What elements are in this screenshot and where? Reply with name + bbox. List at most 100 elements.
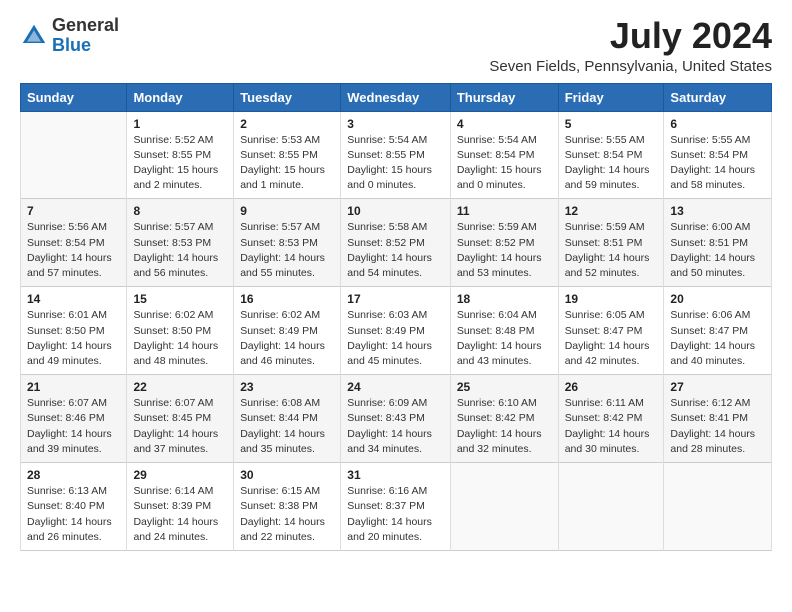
calendar-cell: 7Sunrise: 5:56 AMSunset: 8:54 PMDaylight…: [21, 199, 127, 287]
col-header-tuesday: Tuesday: [234, 83, 341, 111]
calendar-cell: 22Sunrise: 6:07 AMSunset: 8:45 PMDayligh…: [127, 375, 234, 463]
day-info: Sunrise: 6:07 AMSunset: 8:46 PMDaylight:…: [27, 396, 120, 457]
day-number: 7: [27, 204, 120, 218]
day-number: 18: [457, 292, 552, 306]
calendar-cell: 29Sunrise: 6:14 AMSunset: 8:39 PMDayligh…: [127, 463, 234, 551]
day-number: 29: [133, 468, 227, 482]
calendar-cell: [664, 463, 772, 551]
day-info: Sunrise: 6:10 AMSunset: 8:42 PMDaylight:…: [457, 396, 552, 457]
day-info: Sunrise: 6:09 AMSunset: 8:43 PMDaylight:…: [347, 396, 444, 457]
calendar-week-row: 7Sunrise: 5:56 AMSunset: 8:54 PMDaylight…: [21, 199, 772, 287]
day-info: Sunrise: 5:57 AMSunset: 8:53 PMDaylight:…: [240, 220, 334, 281]
calendar-cell: 21Sunrise: 6:07 AMSunset: 8:46 PMDayligh…: [21, 375, 127, 463]
day-info: Sunrise: 6:04 AMSunset: 8:48 PMDaylight:…: [457, 308, 552, 369]
calendar-cell: 4 Sunrise: 5:54 AMSunset: 8:54 PMDaylight…: [450, 111, 558, 199]
day-info: Sunrise: 6:06 AMSunset: 8:47 PMDaylight:…: [670, 308, 765, 369]
month-title: July 2024: [489, 16, 772, 56]
day-info: Sunrise: 6:11 AMSunset: 8:42 PMDaylight:…: [565, 396, 658, 457]
page-header: General Blue July 2024 Seven Fields, Pen…: [20, 16, 772, 75]
calendar-week-row: 1Sunrise: 5:52 AMSunset: 8:55 PMDaylight…: [21, 111, 772, 199]
day-number: 16: [240, 292, 334, 306]
logo-text-blue: Blue: [52, 36, 119, 56]
calendar-week-row: 14 Sunrise: 6:01 AMSunset: 8:50 PMDayligh…: [21, 287, 772, 375]
day-number: 31: [347, 468, 444, 482]
calendar-cell: 20 Sunrise: 6:06 AMSunset: 8:47 PMDayligh…: [664, 287, 772, 375]
calendar-cell: 12 Sunrise: 5:59 AMSunset: 8:51 PMDayligh…: [558, 199, 664, 287]
day-info: Sunrise: 6:02 AMSunset: 8:50 PMDaylight:…: [133, 308, 227, 369]
calendar-cell: 6Sunrise: 5:55 AMSunset: 8:54 PMDaylight…: [664, 111, 772, 199]
day-number: 12: [565, 204, 658, 218]
calendar-cell: 2 Sunrise: 5:53 AMSunset: 8:55 PMDaylight…: [234, 111, 341, 199]
logo: General Blue: [20, 16, 119, 56]
day-number: 8: [133, 204, 227, 218]
day-info: Sunrise: 6:01 AMSunset: 8:50 PMDaylight:…: [27, 308, 120, 369]
day-number: 28: [27, 468, 120, 482]
calendar-cell: 25 Sunrise: 6:10 AMSunset: 8:42 PMDayligh…: [450, 375, 558, 463]
calendar-table: SundayMondayTuesdayWednesdayThursdayFrid…: [20, 83, 772, 551]
logo-icon: [20, 22, 48, 50]
day-info: Sunrise: 6:15 AMSunset: 8:38 PMDaylight:…: [240, 484, 334, 545]
day-info: Sunrise: 6:05 AMSunset: 8:47 PMDaylight:…: [565, 308, 658, 369]
day-number: 4: [457, 117, 552, 131]
calendar-cell: 10 Sunrise: 5:58 AMSunset: 8:52 PMDayligh…: [341, 199, 451, 287]
col-header-monday: Monday: [127, 83, 234, 111]
day-number: 26: [565, 380, 658, 394]
day-info: Sunrise: 6:08 AMSunset: 8:44 PMDaylight:…: [240, 396, 334, 457]
day-info: Sunrise: 5:54 AMSunset: 8:55 PMDaylight:…: [347, 133, 444, 194]
day-info: Sunrise: 5:53 AMSunset: 8:55 PMDaylight:…: [240, 133, 334, 194]
title-block: July 2024 Seven Fields, Pennsylvania, Un…: [489, 16, 772, 75]
day-number: 17: [347, 292, 444, 306]
day-info: Sunrise: 6:02 AMSunset: 8:49 PMDaylight:…: [240, 308, 334, 369]
day-number: 14: [27, 292, 120, 306]
col-header-friday: Friday: [558, 83, 664, 111]
calendar-cell: 15 Sunrise: 6:02 AMSunset: 8:50 PMDayligh…: [127, 287, 234, 375]
day-number: 22: [133, 380, 227, 394]
col-header-thursday: Thursday: [450, 83, 558, 111]
day-number: 13: [670, 204, 765, 218]
day-info: Sunrise: 6:16 AMSunset: 8:37 PMDaylight:…: [347, 484, 444, 545]
col-header-sunday: Sunday: [21, 83, 127, 111]
day-number: 10: [347, 204, 444, 218]
calendar-cell: 30 Sunrise: 6:15 AMSunset: 8:38 PMDayligh…: [234, 463, 341, 551]
day-info: Sunrise: 5:52 AMSunset: 8:55 PMDaylight:…: [133, 133, 227, 194]
day-info: Sunrise: 5:57 AMSunset: 8:53 PMDaylight:…: [133, 220, 227, 281]
calendar-cell: 31 Sunrise: 6:16 AMSunset: 8:37 PMDayligh…: [341, 463, 451, 551]
day-number: 11: [457, 204, 552, 218]
calendar-cell: [558, 463, 664, 551]
day-number: 5: [565, 117, 658, 131]
calendar-cell: 19Sunrise: 6:05 AMSunset: 8:47 PMDayligh…: [558, 287, 664, 375]
day-info: Sunrise: 5:59 AMSunset: 8:51 PMDaylight:…: [565, 220, 658, 281]
calendar-cell: 17Sunrise: 6:03 AMSunset: 8:49 PMDayligh…: [341, 287, 451, 375]
col-header-saturday: Saturday: [664, 83, 772, 111]
day-number: 25: [457, 380, 552, 394]
day-number: 30: [240, 468, 334, 482]
calendar-cell: [450, 463, 558, 551]
calendar-cell: [21, 111, 127, 199]
calendar-cell: 14 Sunrise: 6:01 AMSunset: 8:50 PMDayligh…: [21, 287, 127, 375]
day-info: Sunrise: 5:59 AMSunset: 8:52 PMDaylight:…: [457, 220, 552, 281]
day-number: 24: [347, 380, 444, 394]
calendar-cell: 18 Sunrise: 6:04 AMSunset: 8:48 PMDayligh…: [450, 287, 558, 375]
calendar-cell: 8 Sunrise: 5:57 AMSunset: 8:53 PMDaylight…: [127, 199, 234, 287]
calendar-cell: 26 Sunrise: 6:11 AMSunset: 8:42 PMDayligh…: [558, 375, 664, 463]
calendar-header-row: SundayMondayTuesdayWednesdayThursdayFrid…: [21, 83, 772, 111]
calendar-cell: 24 Sunrise: 6:09 AMSunset: 8:43 PMDayligh…: [341, 375, 451, 463]
calendar-cell: 16 Sunrise: 6:02 AMSunset: 8:49 PMDayligh…: [234, 287, 341, 375]
day-info: Sunrise: 6:00 AMSunset: 8:51 PMDaylight:…: [670, 220, 765, 281]
calendar-cell: 28Sunrise: 6:13 AMSunset: 8:40 PMDayligh…: [21, 463, 127, 551]
calendar-cell: 5 Sunrise: 5:55 AMSunset: 8:54 PMDaylight…: [558, 111, 664, 199]
calendar-cell: 11 Sunrise: 5:59 AMSunset: 8:52 PMDayligh…: [450, 199, 558, 287]
logo-text-general: General: [52, 16, 119, 36]
location-title: Seven Fields, Pennsylvania, United State…: [489, 58, 772, 75]
calendar-week-row: 21Sunrise: 6:07 AMSunset: 8:46 PMDayligh…: [21, 375, 772, 463]
calendar-cell: 27Sunrise: 6:12 AMSunset: 8:41 PMDayligh…: [664, 375, 772, 463]
day-info: Sunrise: 5:54 AMSunset: 8:54 PMDaylight:…: [457, 133, 552, 194]
day-number: 15: [133, 292, 227, 306]
day-info: Sunrise: 5:55 AMSunset: 8:54 PMDaylight:…: [670, 133, 765, 194]
day-number: 20: [670, 292, 765, 306]
calendar-cell: 9Sunrise: 5:57 AMSunset: 8:53 PMDaylight…: [234, 199, 341, 287]
day-info: Sunrise: 5:58 AMSunset: 8:52 PMDaylight:…: [347, 220, 444, 281]
day-info: Sunrise: 5:55 AMSunset: 8:54 PMDaylight:…: [565, 133, 658, 194]
day-number: 3: [347, 117, 444, 131]
day-number: 2: [240, 117, 334, 131]
